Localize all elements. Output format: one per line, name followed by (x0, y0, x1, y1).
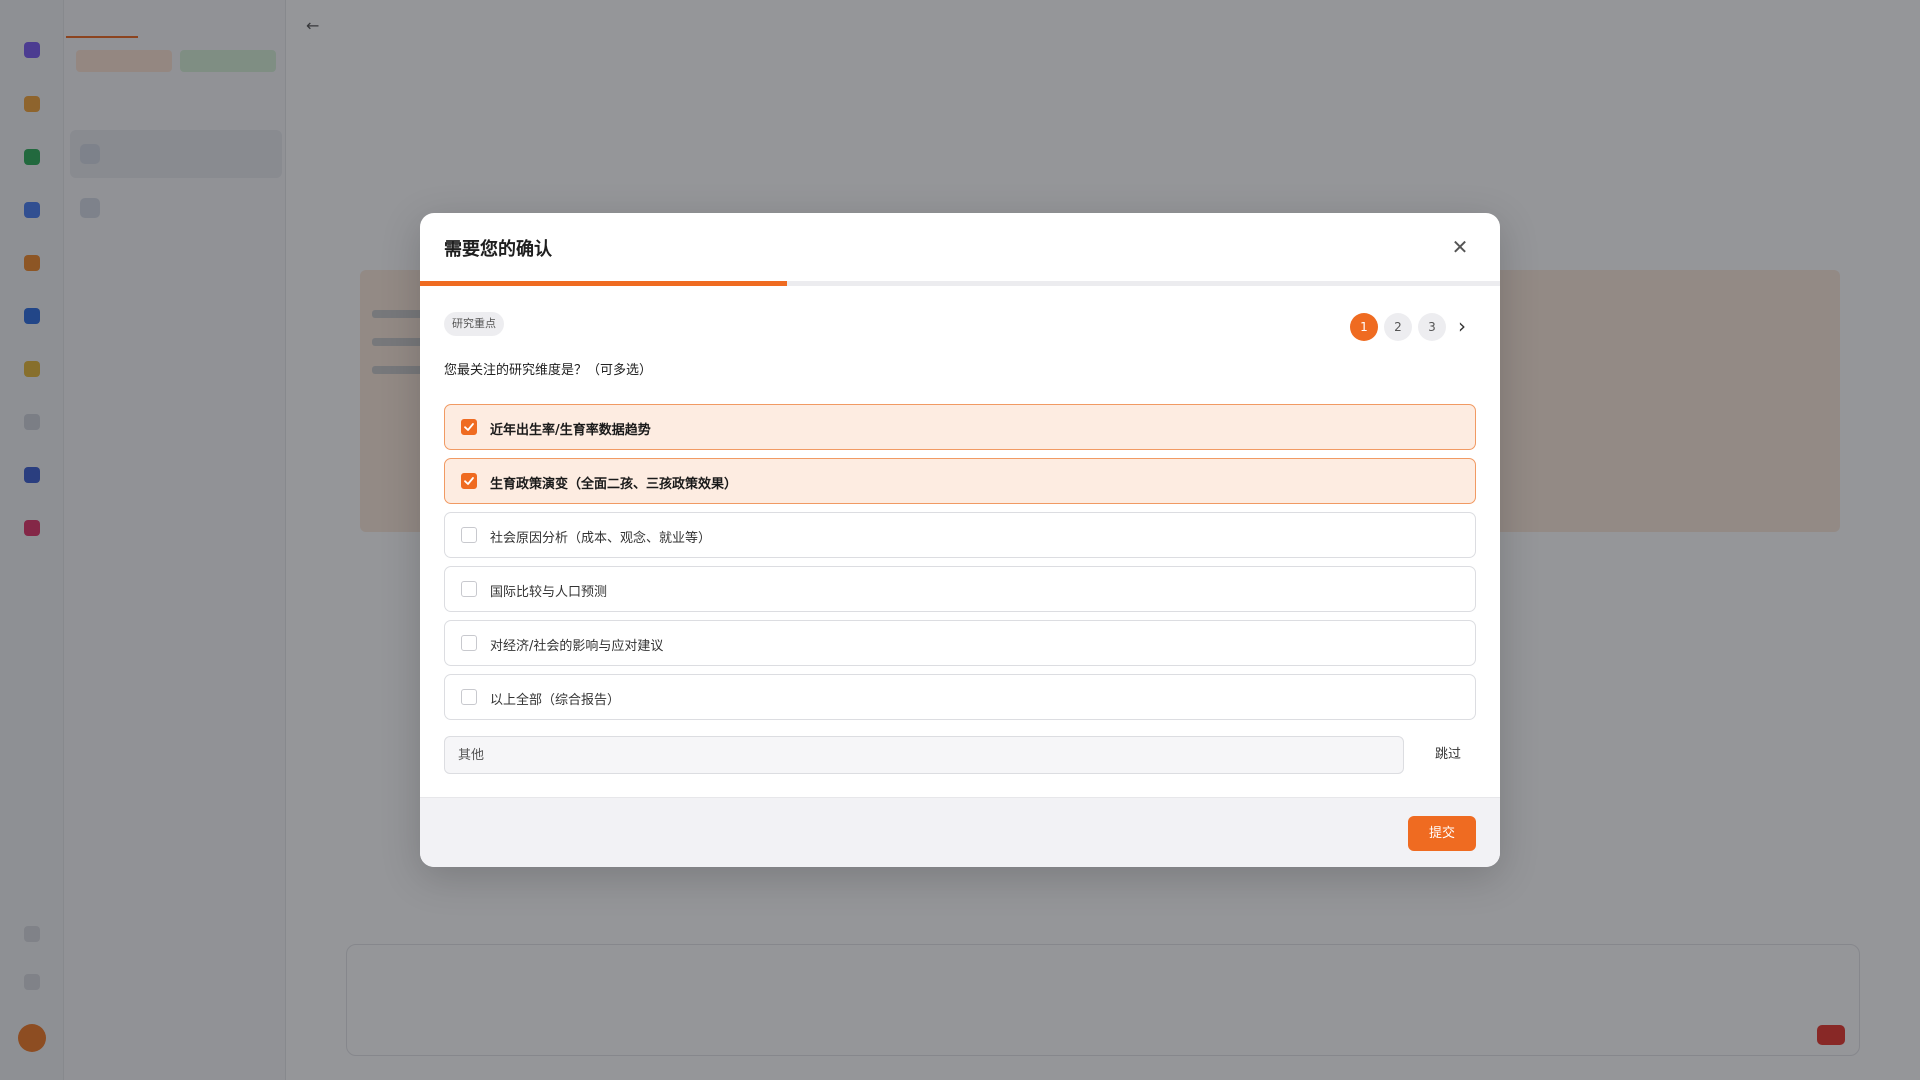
chevron-right-icon[interactable]: › (1448, 313, 1476, 341)
confirmation-dialog: 需要您的确认 ✕ 研究重点 1 2 3 › 您最关注的研究维度是？（可多选） 近… (420, 213, 1500, 867)
checkbox[interactable] (461, 689, 477, 705)
checkbox[interactable] (461, 527, 477, 543)
dialog-header: 需要您的确认 ✕ (420, 213, 1500, 283)
progress-fill (420, 281, 788, 286)
checkbox[interactable] (461, 581, 477, 597)
option-item[interactable]: 对经济/社会的影响与应对建议 (444, 620, 1476, 666)
option-item[interactable]: 近年出生率/生育率数据趋势 (444, 404, 1476, 450)
option-item[interactable]: 社会原因分析（成本、观念、就业等） (444, 512, 1476, 558)
option-item[interactable]: 以上全部（综合报告） (444, 674, 1476, 720)
checkbox[interactable] (461, 419, 477, 435)
dialog-footer: 提交 (420, 797, 1500, 867)
option-item[interactable]: 国际比较与人口预测 (444, 566, 1476, 612)
check-icon (464, 423, 474, 431)
step-3[interactable]: 3 (1418, 313, 1446, 341)
section-tag: 研究重点 (444, 312, 504, 336)
step-2[interactable]: 2 (1384, 313, 1412, 341)
other-input[interactable] (444, 736, 1404, 774)
checkbox[interactable] (461, 635, 477, 651)
option-item[interactable]: 生育政策演变（全面二孩、三孩政策效果） (444, 458, 1476, 504)
option-label: 国际比较与人口预测 (490, 585, 608, 600)
option-label: 生育政策演变（全面二孩、三孩政策效果） (490, 477, 738, 492)
option-label: 社会原因分析（成本、观念、就业等） (490, 531, 712, 546)
close-icon[interactable]: ✕ (1448, 235, 1472, 259)
question-text: 您最关注的研究维度是？（可多选） (444, 363, 653, 378)
checkbox[interactable] (461, 473, 477, 489)
check-icon (464, 477, 474, 485)
progress-bar (420, 281, 1500, 286)
step-pagination: 1 2 3 › (1350, 313, 1476, 343)
submit-button[interactable]: 提交 (1408, 816, 1476, 851)
option-label: 以上全部（综合报告） (490, 693, 621, 708)
option-label: 对经济/社会的影响与应对建议 (490, 639, 664, 654)
option-label: 近年出生率/生育率数据趋势 (490, 423, 651, 438)
step-1[interactable]: 1 (1350, 313, 1378, 341)
dialog-title: 需要您的确认 (444, 239, 552, 260)
skip-button[interactable]: 跳过 (1420, 743, 1476, 767)
